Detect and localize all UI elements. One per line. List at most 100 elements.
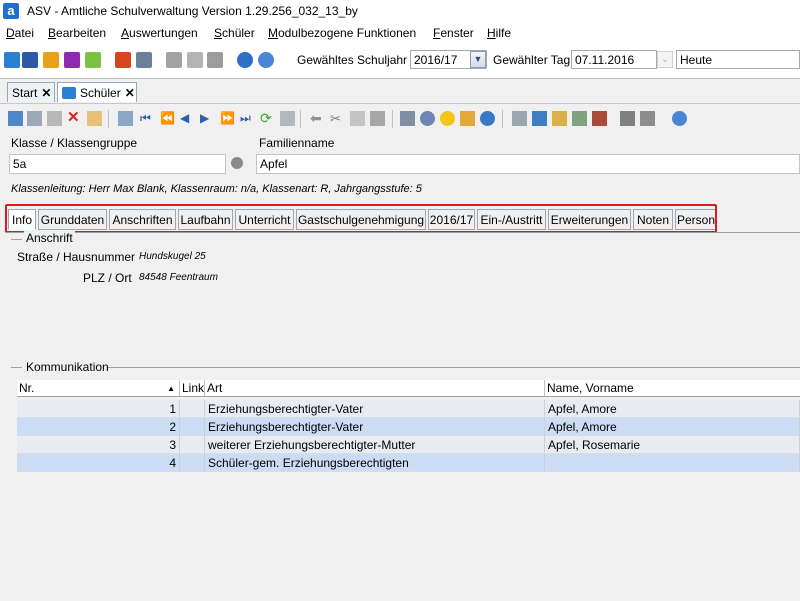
export-icon[interactable] [512, 111, 527, 126]
table-row[interactable]: 4 Schüler-gem. Erziehungsberechtigten [17, 454, 800, 472]
help-icon[interactable] [258, 52, 274, 68]
notes-icon[interactable] [85, 52, 101, 68]
group-border [11, 239, 22, 240]
column-header-art[interactable]: Art [205, 380, 545, 397]
document-icon[interactable] [592, 111, 607, 126]
save-icon[interactable] [27, 111, 42, 126]
first-record-icon[interactable]: ⏮ [140, 111, 155, 126]
klasse-info-line: Klassenleitung: Herr Max Blank, Klassenr… [11, 183, 422, 195]
cell-nr: 3 [17, 436, 180, 454]
menu-schueler[interactable]: Schüler [214, 26, 255, 40]
cell-nr: 1 [17, 400, 180, 418]
group-border [11, 367, 22, 368]
brush-icon[interactable] [460, 111, 475, 126]
cut-icon[interactable]: ✂ [330, 111, 345, 126]
refresh-icon[interactable]: ⟳ [260, 111, 275, 126]
klasse-label: Klasse / Klassengruppe [11, 136, 138, 150]
help-icon[interactable] [672, 111, 687, 126]
tag-value: 07.11.2016 [575, 53, 635, 67]
menu-hilfe[interactable]: Hilfe [487, 26, 511, 40]
clock-icon[interactable] [480, 111, 495, 126]
cell-name: Apfel, Amore [545, 400, 800, 418]
klasse-value: 5a [13, 157, 27, 171]
window-icon[interactable] [187, 52, 203, 68]
lightbulb-icon[interactable] [440, 111, 455, 126]
grid-icon[interactable] [280, 111, 295, 126]
last-record-icon[interactable]: ⏭ [240, 111, 255, 126]
menu-auswertungen[interactable]: Auswertungen [121, 26, 198, 40]
paste-icon[interactable] [370, 111, 385, 126]
menu-fenster[interactable]: Fenster [433, 26, 474, 40]
calendar-dropdown-icon[interactable]: ⌄ [657, 51, 673, 68]
copy-icon[interactable] [166, 52, 182, 68]
tag-label: Gewählter Tag [493, 53, 571, 67]
menu-bearbeiten[interactable]: Bearbeiten [48, 26, 106, 40]
column-header-nr-label: Nr. [19, 381, 35, 395]
cell-link [180, 436, 205, 454]
students-icon[interactable] [4, 52, 20, 68]
arrow-left-icon[interactable]: ⬅ [310, 111, 325, 126]
copy-icon[interactable] [350, 111, 365, 126]
forward-icon[interactable] [572, 111, 587, 126]
heute-value: Heute [680, 53, 713, 67]
list-icon[interactable] [118, 111, 133, 126]
kommunikation-group-label: Kommunikation [24, 360, 111, 374]
familienname-label: Familienname [259, 136, 335, 150]
fast-back-icon[interactable]: ⏪ [160, 111, 175, 126]
tab-schueler[interactable]: Schüler ✕ [57, 82, 137, 102]
close-icon[interactable]: ✕ [41, 86, 51, 100]
column-header-link[interactable]: Link [180, 380, 205, 397]
print-icon[interactable] [400, 111, 415, 126]
sort-ascending-icon: ▲ [167, 384, 175, 393]
next-record-icon[interactable]: ▶ [200, 111, 215, 126]
book-icon[interactable] [115, 52, 131, 68]
folder-icon[interactable] [552, 111, 567, 126]
preview-icon[interactable] [420, 111, 435, 126]
table-row[interactable]: 2 Erziehungsberechtigter-Vater Apfel, Am… [17, 418, 800, 436]
prev-record-icon[interactable]: ◀ [180, 111, 195, 126]
separator [300, 110, 301, 128]
menu-datei[interactable]: Datei [6, 26, 34, 40]
tab-start[interactable]: Start ✕ [7, 82, 55, 102]
plz-value: 84548 Feentraum [139, 272, 218, 283]
column-header-nr[interactable]: Nr. ▲ [17, 380, 180, 397]
lightning-icon[interactable] [207, 52, 223, 68]
schuljahr-value: 2016/17 [414, 53, 458, 67]
tool-icon[interactable] [620, 111, 635, 126]
cell-link [180, 454, 205, 472]
strasse-value: Hundskugel 25 [139, 251, 206, 262]
students-icon [62, 87, 76, 99]
record-toolbar: ✕ ⏮ ⏪ ◀ ▶ ⏩ ⏭ ⟳ ⬅ ✂ [0, 103, 800, 132]
table-row[interactable]: 1 Erziehungsberechtigter-Vater Apfel, Am… [17, 400, 800, 418]
cell-art: Erziehungsberechtigter-Vater [205, 418, 545, 436]
teachers-icon[interactable] [43, 52, 59, 68]
app-icon: a [3, 3, 19, 19]
new-icon[interactable] [8, 111, 23, 126]
delete-icon[interactable]: ✕ [67, 110, 82, 125]
heute-field[interactable]: Heute [676, 50, 800, 69]
window-title: ASV - Amtliche Schulverwaltung Version 1… [27, 4, 358, 18]
column-header-name[interactable]: Name, Vorname [545, 380, 800, 397]
table-row[interactable]: 3 weiterer Erziehungsberechtigter-Mutter… [17, 436, 800, 454]
cell-link [180, 418, 205, 436]
familienname-field[interactable]: Apfel [256, 154, 800, 174]
edit-icon[interactable] [87, 111, 102, 126]
info-icon[interactable] [237, 52, 253, 68]
undo-icon[interactable] [47, 111, 62, 126]
calculator-icon[interactable] [136, 52, 152, 68]
close-icon[interactable]: ✕ [125, 86, 135, 100]
person-icon[interactable] [532, 111, 547, 126]
class-icon[interactable] [22, 52, 38, 68]
tab-start-label: Start [12, 86, 38, 100]
tag-input[interactable]: 07.11.2016 [571, 50, 657, 69]
chevron-down-icon[interactable]: ▼ [470, 51, 486, 68]
klasse-field[interactable]: 5a [9, 154, 226, 174]
cell-nr: 4 [17, 454, 180, 472]
fast-forward-icon[interactable]: ⏩ [220, 111, 235, 126]
schuljahr-label: Gewähltes Schuljahr [297, 53, 408, 67]
messages-icon[interactable] [64, 52, 80, 68]
menu-modulbezogene-funktionen[interactable]: Modulbezogene Funktionen [268, 26, 416, 40]
separator [502, 110, 503, 128]
title-bar: a ASV - Amtliche Schulverwaltung Version… [0, 0, 800, 22]
tool-icon[interactable] [640, 111, 655, 126]
